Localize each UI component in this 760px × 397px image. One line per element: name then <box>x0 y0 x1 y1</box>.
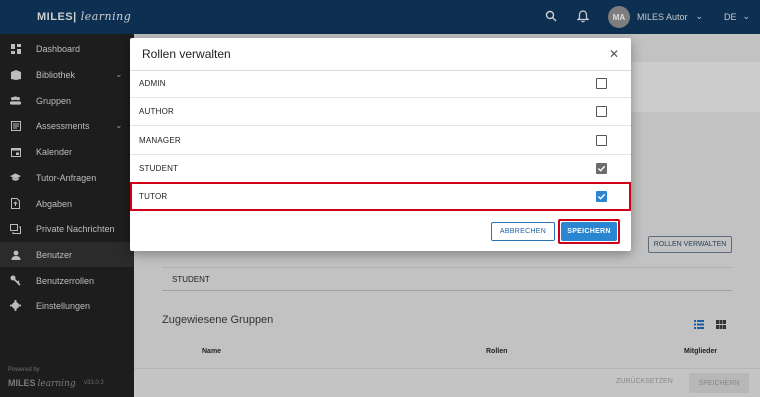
sidebar-item-label: Tutor-Anfragen <box>36 172 97 183</box>
sidebar-item-benutzer[interactable]: Benutzer <box>0 242 134 267</box>
checkmark-icon <box>597 165 606 172</box>
sidebar: Dashboard Bibliothek ⌄ Gruppen Assessmen… <box>0 34 134 397</box>
sidebar-item-label: Abgaben <box>36 198 73 209</box>
sidebar-item-label: Kalender <box>36 146 73 157</box>
submissions-icon <box>10 198 21 209</box>
sidebar-item-label: Bibliothek <box>36 69 76 80</box>
grid-view-icon[interactable] <box>716 316 726 334</box>
sidebar-item-benutzerrollen[interactable]: Benutzerrollen <box>0 268 134 293</box>
sidebar-item-bibliothek[interactable]: Bibliothek ⌄ <box>0 62 134 87</box>
role-label: AUTHOR <box>139 107 174 116</box>
menu-icon[interactable] <box>11 11 22 21</box>
language-selector[interactable]: DE ⌄ <box>724 11 750 22</box>
column-header-name: Name <box>202 348 222 355</box>
sidebar-item-private-nachrichten[interactable]: Private Nachrichten <box>0 216 134 241</box>
sidebar-item-einstellungen[interactable]: Einstellungen <box>0 293 134 318</box>
powered-by-label: Powered by <box>8 367 40 373</box>
gear-icon <box>10 300 21 311</box>
avatar[interactable]: MA <box>608 6 630 28</box>
sidebar-item-gruppen[interactable]: Gruppen <box>0 88 134 113</box>
key-icon <box>10 275 21 286</box>
column-header-roles: Rollen <box>486 348 508 355</box>
sidebar-item-assessments[interactable]: Assessments ⌄ <box>0 113 134 138</box>
messages-icon <box>10 223 21 234</box>
sidebar-item-label: Dashboard <box>36 43 81 54</box>
assigned-groups-title: Zugewiesene Gruppen <box>162 314 274 326</box>
assigned-role-row: STUDENT <box>162 267 732 291</box>
search-icon[interactable] <box>545 10 557 22</box>
sidebar-item-label: Assessments <box>36 120 90 131</box>
view-toggle <box>694 316 726 334</box>
sidebar-item-kalender[interactable]: Kalender <box>0 139 134 164</box>
cancel-button[interactable]: ABBRECHEN <box>491 222 555 241</box>
sidebar-item-label: Benutzer <box>36 249 73 260</box>
chevron-down-icon: ⌄ <box>742 11 751 21</box>
save-button[interactable]: SPEICHERN <box>561 222 617 241</box>
sidebar-item-label: Private Nachrichten <box>36 223 115 234</box>
reset-button[interactable]: ZURÜCKSETZEN <box>616 378 673 385</box>
user-menu[interactable]: MILES Autor ⌄ <box>637 11 703 22</box>
chevron-down-icon: ⌄ <box>115 69 123 79</box>
save-page-button[interactable]: SPEICHERN <box>689 373 749 393</box>
graduation-cap-icon <box>10 173 21 183</box>
dashboard-icon <box>10 43 21 54</box>
manage-roles-dialog: Rollen verwalten ✕ ADMIN AUTHOR MANAGER … <box>130 38 631 251</box>
role-checkbox-admin[interactable] <box>596 78 607 89</box>
sidebar-item-label: Einstellungen <box>36 300 91 311</box>
close-icon[interactable]: ✕ <box>609 47 619 61</box>
role-row-manager[interactable]: MANAGER <box>130 127 631 155</box>
groups-icon <box>10 96 21 106</box>
role-row-author[interactable]: AUTHOR <box>130 98 631 126</box>
role-row-student[interactable]: STUDENT <box>130 155 631 183</box>
chevron-down-icon: ⌄ <box>115 120 123 130</box>
manage-roles-button[interactable]: ROLLEN VERWALTEN <box>648 236 732 253</box>
user-name: MILES Autor <box>637 11 688 22</box>
notification-bell-icon[interactable] <box>577 10 589 23</box>
role-label: ADMIN <box>139 79 166 88</box>
role-label: STUDENT <box>139 164 179 173</box>
sidebar-item-tutor-anfragen[interactable]: Tutor-Anfragen <box>0 165 134 190</box>
role-checkbox-student[interactable] <box>596 163 607 174</box>
role-checkbox-author[interactable] <box>596 106 607 117</box>
action-bar: ZURÜCKSETZEN SPEICHERN <box>134 368 760 397</box>
app-logo: MILES | learning <box>37 10 132 23</box>
chevron-down-icon: ⌄ <box>695 11 704 21</box>
role-checkbox-manager[interactable] <box>596 135 607 146</box>
sidebar-item-label: Gruppen <box>36 95 72 106</box>
column-header-members: Mitglieder <box>684 348 718 355</box>
version-label: v33.0.3 <box>84 380 104 386</box>
dialog-title: Rollen verwalten <box>142 47 231 61</box>
sidebar-item-label: Benutzerrollen <box>36 275 95 286</box>
top-app-bar: MILES | learning MA MILES Autor ⌄ DE ⌄ <box>0 0 760 34</box>
assessments-icon <box>10 120 21 131</box>
list-view-icon[interactable] <box>694 316 704 334</box>
sidebar-item-dashboard[interactable]: Dashboard <box>0 36 134 61</box>
language-value: DE <box>724 11 737 22</box>
role-row-admin[interactable]: ADMIN <box>130 70 631 98</box>
footer-logo: MILES learning <box>8 378 76 389</box>
calendar-icon <box>10 147 21 157</box>
library-icon <box>10 69 21 80</box>
user-icon <box>10 250 21 260</box>
role-label: MANAGER <box>139 136 181 145</box>
sidebar-item-abgaben[interactable]: Abgaben <box>0 191 134 216</box>
tutor-row-highlight <box>130 182 631 211</box>
